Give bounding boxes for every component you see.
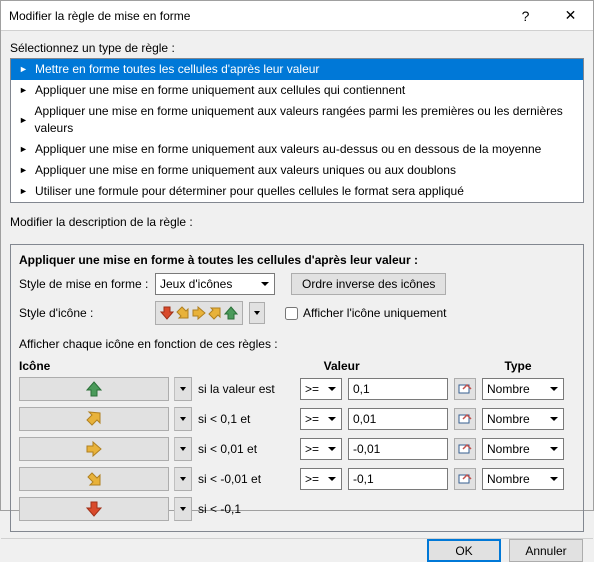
cell-ref-button[interactable]	[454, 438, 476, 460]
rules-caption: Afficher chaque icône en fonction de ces…	[19, 337, 575, 351]
icon-rule-row: si < -0,1	[19, 497, 575, 521]
icon-picker[interactable]	[19, 497, 169, 521]
rule-type-list[interactable]: ►Mettre en forme toutes les cellules d'a…	[10, 58, 584, 203]
dialog-body: Sélectionnez un type de règle : ►Mettre …	[1, 31, 593, 538]
rule-desc-panel: Appliquer une mise en forme à toutes les…	[10, 244, 584, 532]
bullet-icon: ►	[19, 183, 29, 200]
condition-text: si < 0,1 et	[198, 412, 294, 426]
icon-picker-dropdown[interactable]	[174, 497, 192, 521]
condition-text: si < -0,1	[198, 502, 294, 516]
icon-picker[interactable]	[19, 467, 169, 491]
bullet-icon: ►	[19, 82, 29, 99]
yellow-downright-icon	[86, 471, 102, 487]
cell-ref-icon	[458, 412, 472, 426]
yellow-upright-icon	[208, 306, 222, 320]
operator-select[interactable]: >=	[300, 408, 342, 430]
icon-picker[interactable]	[19, 437, 169, 461]
rule-type-item[interactable]: ►Appliquer une mise en forme uniquement …	[11, 160, 583, 181]
green-up-icon	[86, 381, 102, 397]
red-down-icon	[160, 306, 174, 320]
type-select[interactable]: Nombre	[482, 468, 564, 490]
cell-ref-icon	[458, 382, 472, 396]
icon-rule-row: si la valeur est >= Nombre	[19, 377, 575, 401]
icon-picker-dropdown[interactable]	[174, 437, 192, 461]
condition-text: si < 0,01 et	[198, 442, 294, 456]
icon-only-input[interactable]	[285, 307, 298, 320]
format-style-label: Style de mise en forme :	[19, 277, 149, 291]
table-header: Icône Valeur Type	[19, 359, 575, 373]
bullet-icon: ►	[19, 61, 29, 78]
condition-text: si la valeur est	[198, 382, 294, 396]
icon-style-dropdown[interactable]	[249, 302, 265, 324]
cell-ref-button[interactable]	[454, 468, 476, 490]
icon-style-label: Style d'icône :	[19, 306, 149, 320]
close-button[interactable]: ✕	[548, 1, 593, 30]
rule-type-item[interactable]: ►Appliquer une mise en forme uniquement …	[11, 139, 583, 160]
type-select[interactable]: Nombre	[482, 408, 564, 430]
format-style-select[interactable]: Jeux d'icônes	[155, 273, 275, 295]
icon-rule-row: si < 0,01 et >= Nombre	[19, 437, 575, 461]
operator-select[interactable]: >=	[300, 438, 342, 460]
icon-picker[interactable]	[19, 377, 169, 401]
titlebar: Modifier la règle de mise en forme ? ✕	[1, 1, 593, 31]
icon-rules-table: Icône Valeur Type si la valeur est >= No…	[19, 359, 575, 527]
value-input[interactable]	[348, 468, 448, 490]
yellow-right-icon	[192, 306, 206, 320]
rule-desc-label: Modifier la description de la règle :	[10, 215, 584, 229]
cell-ref-icon	[458, 442, 472, 456]
rule-type-item[interactable]: ►Mettre en forme toutes les cellules d'a…	[11, 59, 583, 80]
yellow-downright-icon	[176, 306, 190, 320]
dialog-footer: OK Annuler	[1, 538, 593, 562]
icon-picker-dropdown[interactable]	[174, 407, 192, 431]
icon-rule-row: si < -0,01 et >= Nombre	[19, 467, 575, 491]
icon-rule-row: si < 0,1 et >= Nombre	[19, 407, 575, 431]
bullet-icon: ►	[19, 141, 29, 158]
operator-select[interactable]: >=	[300, 378, 342, 400]
value-input[interactable]	[348, 438, 448, 460]
icon-only-checkbox[interactable]: Afficher l'icône uniquement	[285, 306, 447, 320]
rule-type-item[interactable]: ►Appliquer une mise en forme uniquement …	[11, 80, 583, 101]
cell-ref-button[interactable]	[454, 408, 476, 430]
icon-picker-dropdown[interactable]	[174, 467, 192, 491]
icon-picker-dropdown[interactable]	[174, 377, 192, 401]
condition-text: si < -0,01 et	[198, 472, 294, 486]
help-button[interactable]: ?	[503, 1, 548, 30]
cell-ref-icon	[458, 472, 472, 486]
bullet-icon: ►	[19, 112, 29, 129]
type-select[interactable]: Nombre	[482, 438, 564, 460]
cell-ref-button[interactable]	[454, 378, 476, 400]
desc-title: Appliquer une mise en forme à toutes les…	[19, 253, 575, 267]
operator-select[interactable]: >=	[300, 468, 342, 490]
rule-type-label: Sélectionnez un type de règle :	[10, 41, 584, 55]
value-input[interactable]	[348, 408, 448, 430]
red-down-icon	[86, 501, 102, 517]
dialog-title: Modifier la règle de mise en forme	[9, 9, 503, 23]
dialog: Modifier la règle de mise en forme ? ✕ S…	[0, 0, 594, 511]
reverse-order-button[interactable]: Ordre inverse des icônes	[291, 273, 446, 295]
type-select[interactable]: Nombre	[482, 378, 564, 400]
icon-picker[interactable]	[19, 407, 169, 431]
yellow-upright-icon	[86, 411, 102, 427]
rule-type-item[interactable]: ►Utiliser une formule pour déterminer po…	[11, 181, 583, 202]
bullet-icon: ►	[19, 162, 29, 179]
green-up-icon	[224, 306, 238, 320]
yellow-right-icon	[86, 441, 102, 457]
value-input[interactable]	[348, 378, 448, 400]
ok-button[interactable]: OK	[427, 539, 501, 562]
icon-style-select[interactable]	[155, 301, 243, 325]
cancel-button[interactable]: Annuler	[509, 539, 583, 562]
rule-type-item[interactable]: ►Appliquer une mise en forme uniquement …	[11, 101, 583, 139]
